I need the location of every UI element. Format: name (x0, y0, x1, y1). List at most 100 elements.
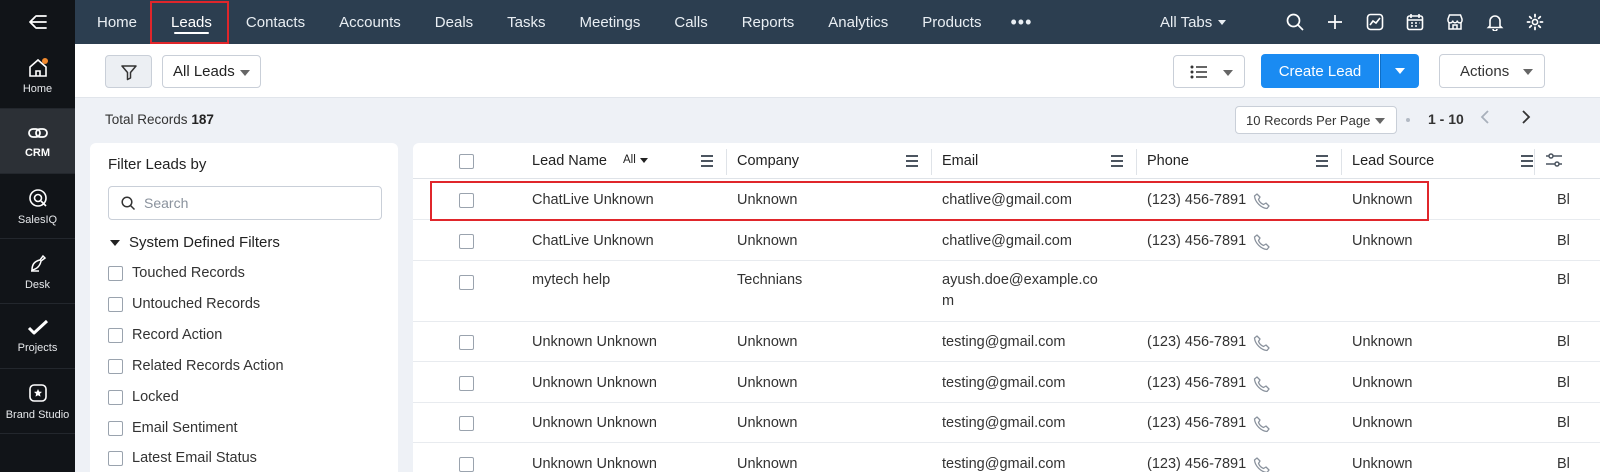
cell-email-wrap[interactable]: m (942, 293, 954, 309)
column-menu-icon[interactable] (1521, 155, 1533, 170)
cell-lead-name[interactable]: Unknown Unknown (532, 375, 657, 391)
filter-item-latest-email-status[interactable]: Latest Email Status (108, 449, 257, 467)
list-view-toggle[interactable] (1173, 55, 1245, 88)
column-menu-icon[interactable] (1111, 155, 1123, 170)
cell-email[interactable]: testing@gmail.com (942, 415, 1066, 431)
row-checkbox[interactable] (459, 275, 474, 290)
calendar-icon[interactable] (1395, 13, 1435, 31)
table-row[interactable]: ChatLive Unknown Unknown chatlive@gmail.… (413, 180, 1600, 220)
checkbox[interactable] (108, 327, 123, 343)
cell-email[interactable]: ayush.doe@example.co (942, 272, 1098, 288)
lead-name-filter-dropdown[interactable]: All (623, 154, 648, 166)
rail-item-salesiq[interactable]: SalesIQ (0, 174, 75, 239)
create-lead-button[interactable]: Create Lead (1261, 54, 1379, 88)
row-checkbox[interactable] (459, 335, 474, 350)
row-checkbox[interactable] (459, 376, 474, 391)
row-checkbox[interactable] (459, 457, 474, 472)
cell-email[interactable]: testing@gmail.com (942, 375, 1066, 391)
filter-item-record-action[interactable]: Record Action (108, 326, 222, 344)
marketplace-icon[interactable] (1435, 13, 1475, 31)
rail-item-projects[interactable]: Projects (0, 304, 75, 369)
row-checkbox[interactable] (459, 234, 474, 249)
tab-meetings[interactable]: Meetings (563, 0, 658, 44)
menu-toggle[interactable] (0, 0, 75, 44)
tab-products[interactable]: Products (905, 0, 998, 44)
table-row[interactable]: Unknown Unknown Unknown testing@gmail.co… (413, 323, 1600, 362)
actions-button[interactable]: Actions (1439, 54, 1545, 88)
rail-item-home[interactable]: Home (0, 44, 75, 109)
tab-tasks[interactable]: Tasks (490, 0, 562, 44)
cell-email[interactable]: testing@gmail.com (942, 456, 1066, 472)
create-lead-options-button[interactable] (1380, 54, 1419, 88)
phone-icon[interactable] (1253, 415, 1271, 438)
custom-view-select[interactable]: All Leads (162, 55, 261, 88)
cell-lead-name[interactable]: Unknown Unknown (532, 415, 657, 431)
checkbox[interactable] (108, 296, 123, 312)
plus-icon[interactable] (1315, 13, 1355, 31)
checkbox[interactable] (108, 265, 123, 281)
checkbox[interactable] (108, 389, 123, 405)
all-tabs-dropdown[interactable]: All Tabs (1160, 0, 1227, 44)
table-row[interactable]: mytech help Technians ayush.doe@example.… (413, 262, 1600, 322)
phone-icon[interactable] (1253, 334, 1271, 357)
tab-accounts[interactable]: Accounts (322, 0, 418, 44)
column-header-phone[interactable]: Phone (1147, 143, 1189, 179)
cell-email[interactable]: chatlive@gmail.com (942, 192, 1072, 208)
row-checkbox[interactable] (459, 416, 474, 431)
column-header-email[interactable]: Email (942, 143, 978, 179)
gear-icon[interactable] (1515, 13, 1555, 31)
cell-email[interactable]: chatlive@gmail.com (942, 233, 1072, 249)
phone-icon[interactable] (1253, 456, 1271, 472)
cell-lead-name[interactable]: Unknown Unknown (532, 456, 657, 472)
column-menu-icon[interactable] (1316, 155, 1328, 170)
column-header-company[interactable]: Company (737, 143, 799, 179)
cell-lead-name[interactable]: ChatLive Unknown (532, 233, 654, 249)
checkbox[interactable] (108, 358, 123, 374)
tab-reports[interactable]: Reports (725, 0, 812, 44)
activity-icon[interactable] (1355, 13, 1395, 31)
phone-icon[interactable] (1253, 375, 1271, 398)
phone-icon[interactable] (1253, 233, 1271, 256)
filter-toggle-button[interactable] (105, 55, 152, 88)
previous-page-button[interactable] (1480, 110, 1490, 129)
checkbox[interactable] (108, 450, 123, 466)
row-checkbox[interactable] (459, 193, 474, 208)
records-per-page-select[interactable]: 10 Records Per Page (1235, 106, 1397, 134)
column-header-lead-source[interactable]: Lead Source (1352, 143, 1434, 179)
next-page-button[interactable] (1521, 110, 1531, 129)
filter-item-email-sentiment[interactable]: Email Sentiment (108, 419, 238, 437)
rail-item-desk[interactable]: Desk (0, 239, 75, 304)
rail-item-brand-studio[interactable]: Brand Studio (0, 369, 75, 434)
filter-item-locked[interactable]: Locked (108, 388, 179, 406)
checkbox[interactable] (108, 420, 123, 436)
filter-item-touched-records[interactable]: Touched Records (108, 264, 245, 282)
cell-lead-name[interactable]: ChatLive Unknown (532, 192, 654, 208)
search-icon[interactable] (1275, 13, 1315, 31)
rail-item-crm[interactable]: CRM (0, 109, 75, 174)
cell-lead-name[interactable]: Unknown Unknown (532, 334, 657, 350)
tab-deals[interactable]: Deals (418, 0, 490, 44)
column-settings-icon[interactable] (1545, 153, 1563, 172)
tab-leads[interactable]: Leads (154, 0, 229, 44)
filter-item-untouched-records[interactable]: Untouched Records (108, 295, 260, 313)
cell-email[interactable]: testing@gmail.com (942, 334, 1066, 350)
column-menu-icon[interactable] (701, 155, 713, 170)
filter-item-related-records-action[interactable]: Related Records Action (108, 357, 284, 375)
tab-contacts[interactable]: Contacts (229, 0, 322, 44)
tab-calls[interactable]: Calls (657, 0, 724, 44)
table-row[interactable]: Unknown Unknown Unknown testing@gmail.co… (413, 404, 1600, 443)
filter-search-input[interactable] (144, 195, 364, 211)
cell-lead-name[interactable]: mytech help (532, 272, 610, 288)
bell-icon[interactable] (1475, 13, 1515, 31)
system-filters-toggle[interactable]: System Defined Filters (110, 234, 280, 251)
phone-icon[interactable] (1253, 192, 1271, 215)
column-menu-icon[interactable] (906, 155, 918, 170)
more-tabs-button[interactable]: ••• (998, 12, 1044, 33)
table-row[interactable]: ChatLive Unknown Unknown chatlive@gmail.… (413, 221, 1600, 261)
tab-analytics[interactable]: Analytics (811, 0, 905, 44)
table-row[interactable]: Unknown Unknown Unknown testing@gmail.co… (413, 444, 1600, 472)
select-all-checkbox[interactable] (459, 154, 474, 169)
table-row[interactable]: Unknown Unknown Unknown testing@gmail.co… (413, 363, 1600, 403)
column-header-lead-name[interactable]: Lead Name (532, 143, 607, 179)
tab-home[interactable]: Home (80, 0, 154, 44)
